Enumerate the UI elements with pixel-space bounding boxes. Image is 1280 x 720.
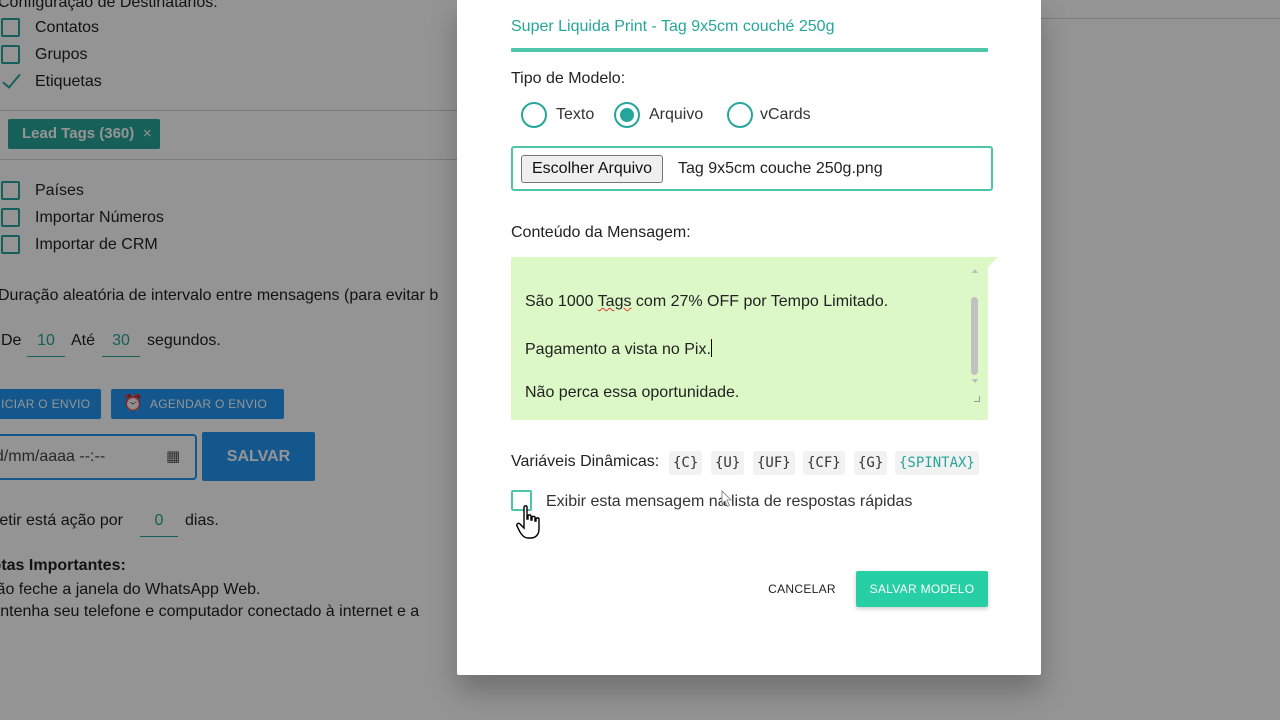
modal-title[interactable]: Super Liquida Print - Tag 9x5cm couché 2… bbox=[511, 18, 834, 36]
variable-chip-g[interactable]: {G} bbox=[854, 451, 888, 475]
variable-chip-c[interactable]: {C} bbox=[669, 451, 703, 475]
save-model-button[interactable]: SALVAR MODELO bbox=[856, 571, 988, 607]
dynamic-variables-label: Variáveis Dinâmicas: bbox=[511, 453, 660, 470]
radio-vcards[interactable] bbox=[727, 102, 753, 128]
cancel-button[interactable]: CANCELAR bbox=[757, 571, 847, 607]
variable-chip-cf[interactable]: {CF} bbox=[803, 451, 845, 475]
choose-file-button[interactable]: Escolher Arquivo bbox=[521, 155, 664, 183]
file-upload-field[interactable]: Escolher Arquivo Tag 9x5cm couche 250g.p… bbox=[511, 146, 993, 191]
message-bubble-tail bbox=[988, 257, 998, 267]
hand-pointer-cursor-icon bbox=[516, 505, 540, 539]
message-line: São 1000 Tags com 27% OFF por Tempo Limi… bbox=[525, 293, 889, 310]
message-textarea[interactable]: São 1000 Tags com 27% OFF por Tempo Limi… bbox=[511, 257, 988, 420]
radio-texto-label[interactable]: Texto bbox=[556, 106, 594, 124]
title-input-underline bbox=[511, 48, 988, 52]
variable-chip-spintax[interactable]: {SPINTAX} bbox=[895, 451, 979, 475]
radio-arquivo-label[interactable]: Arquivo bbox=[649, 106, 703, 124]
scroll-down-arrow-icon[interactable] bbox=[972, 379, 978, 383]
model-type-label: Tipo de Modelo: bbox=[511, 70, 626, 87]
template-modal: Super Liquida Print - Tag 9x5cm couché 2… bbox=[457, 0, 1041, 675]
message-line: Pagamento a vista no Pix. bbox=[525, 339, 712, 358]
text-caret bbox=[710, 339, 712, 357]
message-content-label: Conteúdo da Mensagem: bbox=[511, 224, 691, 241]
arrow-cursor-icon bbox=[721, 490, 732, 508]
scroll-up-arrow-icon[interactable] bbox=[972, 269, 978, 273]
scrollbar-thumb[interactable] bbox=[971, 297, 978, 375]
message-line: Não perca essa oportunidade. bbox=[525, 384, 740, 401]
radio-vcards-label[interactable]: vCards bbox=[760, 106, 811, 124]
scrollbar[interactable] bbox=[970, 269, 980, 399]
resize-handle-icon[interactable] bbox=[974, 396, 980, 402]
radio-texto[interactable] bbox=[521, 102, 547, 128]
variable-chip-u[interactable]: {U} bbox=[711, 451, 745, 475]
selected-file-name: Tag 9x5cm couche 250g.png bbox=[678, 160, 883, 177]
radio-arquivo[interactable] bbox=[614, 102, 640, 128]
variable-chip-uf[interactable]: {UF} bbox=[753, 451, 795, 475]
